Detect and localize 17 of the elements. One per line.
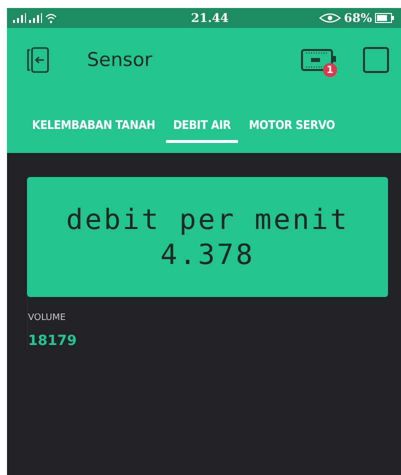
notification-badge: 1 [323, 63, 337, 77]
app-title: Sensor [87, 49, 152, 71]
value-reading: 18179 [28, 333, 78, 349]
status-time: 21.44 [191, 11, 229, 25]
battery-icon [375, 13, 395, 23]
lcd-text: debit per menit [66, 203, 349, 236]
exit-icon[interactable] [25, 46, 51, 74]
eye-icon [318, 13, 341, 23]
tab[interactable]: DEBIT AIR [166, 114, 238, 143]
tab[interactable]: KELEMBABAN TANAH [25, 114, 162, 143]
signal-icon [13, 12, 57, 24]
value-label: VOLUME [28, 313, 67, 323]
device-board-icon[interactable] [301, 47, 337, 73]
lcd-text: 4.378 [160, 238, 255, 271]
battery-percent: 68% [344, 11, 372, 25]
tab[interactable]: MOTOR SERVO [242, 114, 342, 143]
stop-button[interactable] [363, 47, 389, 73]
